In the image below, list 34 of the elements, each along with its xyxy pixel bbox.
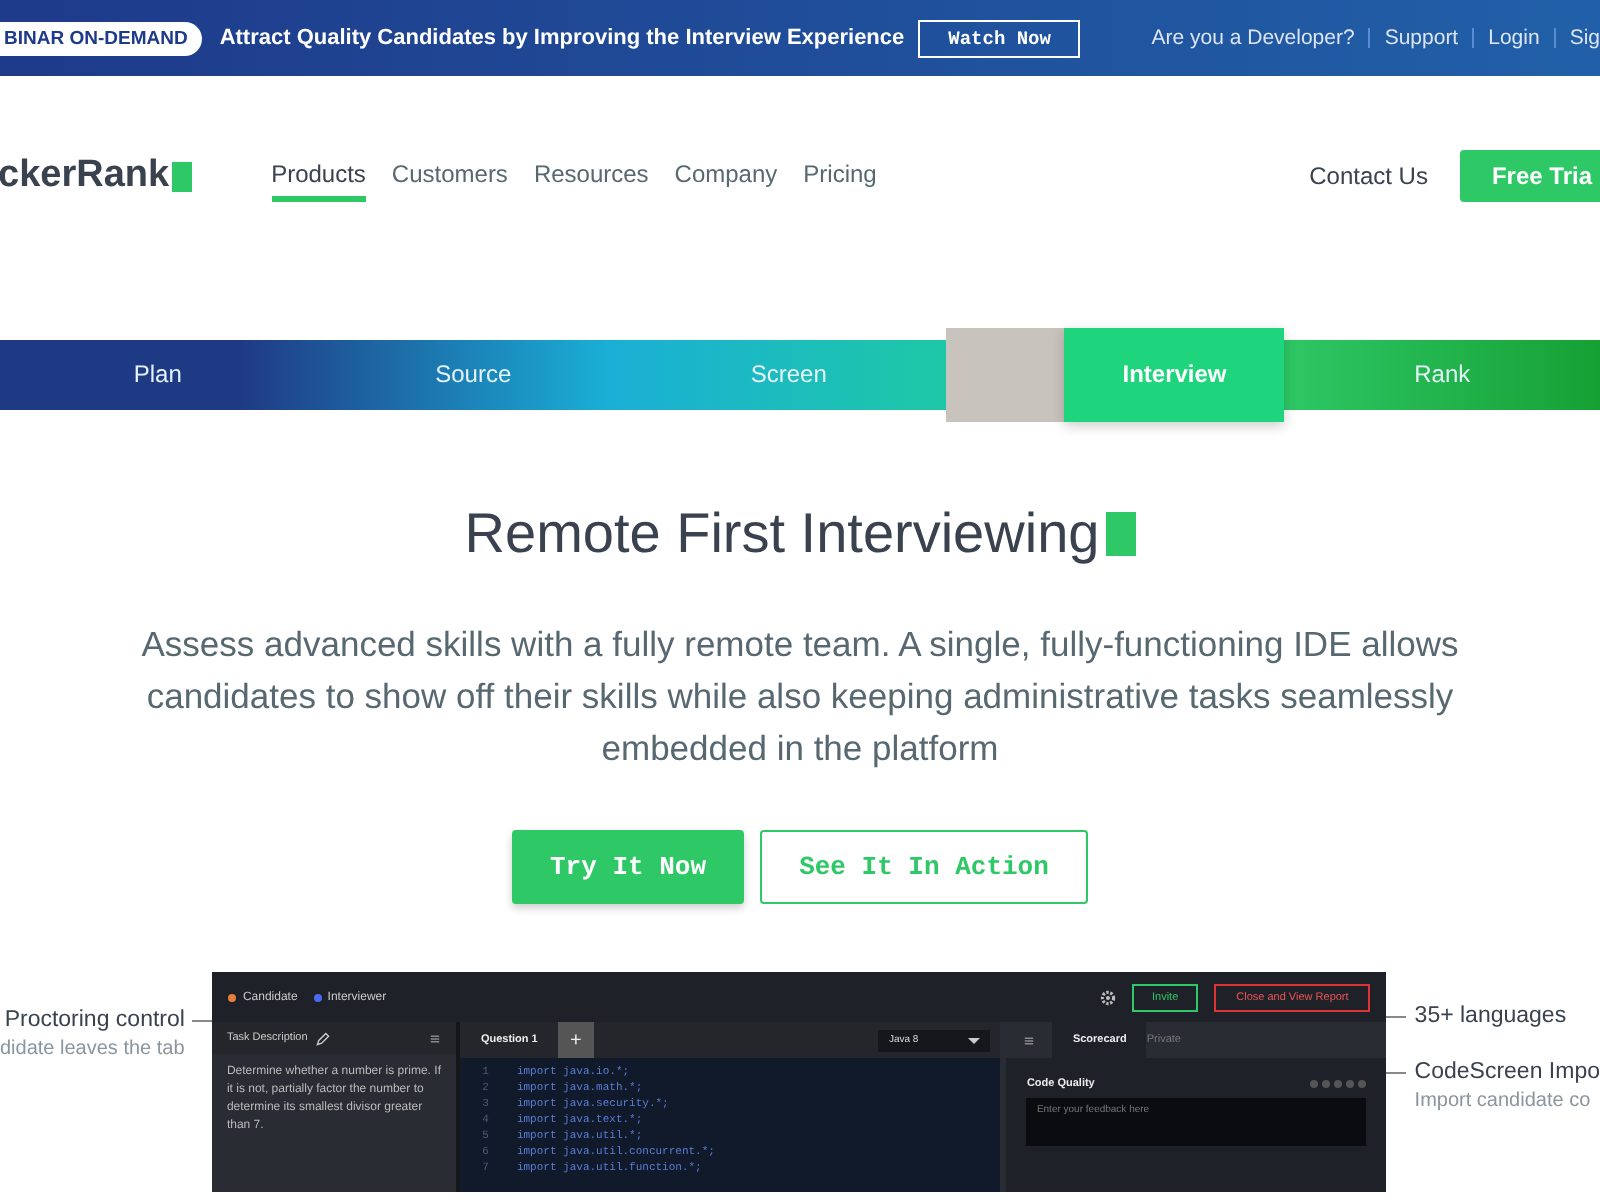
top-link[interactable]: Are you a Developer? bbox=[1151, 26, 1355, 50]
nav-link[interactable]: Customers bbox=[391, 151, 508, 201]
callout-title: Proctoring control bbox=[4, 1008, 185, 1032]
top-link[interactable]: Login bbox=[1488, 26, 1540, 50]
cursor-square-icon bbox=[1105, 512, 1136, 556]
callout-subtitle: didate leaves the tab bbox=[0, 1038, 187, 1060]
nav-link[interactable]: Company bbox=[674, 151, 778, 201]
callout-subtitle: Import candidate co bbox=[1414, 1090, 1593, 1112]
nav-link[interactable]: Products bbox=[271, 151, 366, 201]
star-rating[interactable] bbox=[1310, 1080, 1367, 1088]
promo-headline: Attract Quality Candidates by Improving the Interview Experience bbox=[219, 26, 905, 50]
leader-line bbox=[1386, 1071, 1407, 1073]
nav-link[interactable]: Pricing bbox=[803, 151, 877, 201]
menu-icon[interactable] bbox=[1022, 1033, 1037, 1047]
top-link[interactable]: Sig bbox=[1569, 26, 1600, 50]
top-link[interactable]: Support bbox=[1384, 26, 1459, 50]
photo-placeholder bbox=[946, 328, 1065, 422]
edit-icon[interactable] bbox=[315, 1031, 330, 1045]
settings-icon[interactable] bbox=[1099, 989, 1116, 1005]
contact-link[interactable]: Contact Us bbox=[1309, 162, 1428, 190]
watch-now-button[interactable]: Watch Now bbox=[918, 19, 1081, 57]
callout-title: CodeScreen Impo bbox=[1414, 1060, 1600, 1084]
stage-tab[interactable]: Source bbox=[315, 340, 631, 410]
add-tab-button[interactable]: + bbox=[557, 1022, 594, 1058]
logo[interactable]: ckerRank bbox=[0, 154, 192, 198]
leader-line bbox=[1386, 1015, 1407, 1017]
hero-description: Assess advanced skills with a fully remote team. A single, fully-functioning IDE allows candidates to show off their skills while also keeping administrative tasks seamlessly embedded in the platform bbox=[139, 622, 1461, 772]
leader-line bbox=[192, 1019, 213, 1021]
stage-tab[interactable]: Plan bbox=[0, 340, 316, 410]
nav-link[interactable]: Resources bbox=[533, 151, 649, 201]
list-icon[interactable] bbox=[428, 1031, 443, 1045]
webinar-badge: BINAR ON-DEMAND bbox=[0, 21, 202, 55]
callout-title: 35+ languages bbox=[1414, 1004, 1567, 1028]
hero-title: Remote First Interviewing bbox=[464, 502, 1100, 566]
